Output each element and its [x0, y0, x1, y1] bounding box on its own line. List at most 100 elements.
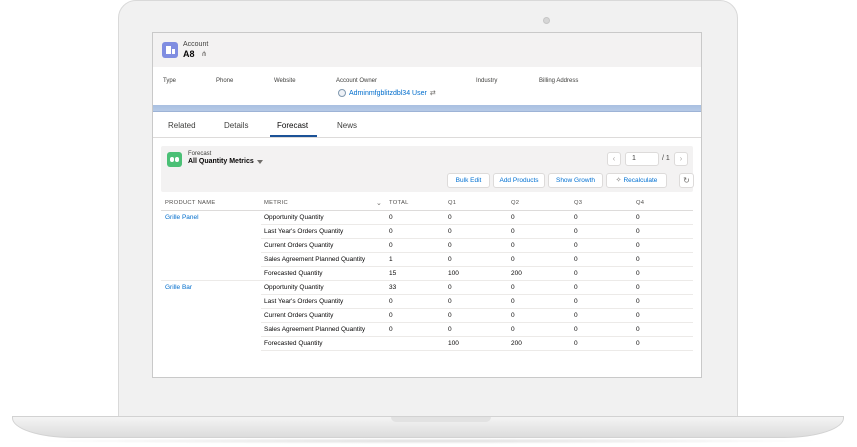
cell-q4: 0: [636, 298, 640, 305]
bulk-edit-button[interactable]: Bulk Edit: [447, 173, 490, 188]
cell-q2: 0: [511, 326, 515, 333]
cell-total: 0: [389, 326, 393, 333]
cell-q2: 0: [511, 312, 515, 319]
cell-total: 0: [389, 214, 393, 221]
forecast-card-header: Forecast All Quantity Metrics ‹ 1 / 1 › …: [161, 146, 694, 192]
cell-metric: Last Year's Orders Quantity: [264, 298, 344, 305]
change-owner-icon[interactable]: ⇄: [430, 89, 436, 97]
chevron-down-icon: [256, 159, 263, 164]
account-name: A8: [183, 49, 195, 59]
cell-q4: 0: [636, 284, 640, 291]
col-q1[interactable]: Q1: [448, 200, 456, 206]
field-industry-label: Industry: [476, 78, 498, 84]
field-phone-label: Phone: [216, 78, 234, 84]
chevron-down-icon[interactable]: ⌄: [376, 199, 382, 207]
recalculate-label: Recalculate: [623, 177, 658, 184]
tab-details[interactable]: Details: [224, 120, 248, 138]
cell-q4: 0: [636, 214, 640, 221]
cell-q3: 0: [574, 270, 578, 277]
cell-metric: Opportunity Quantity: [264, 284, 324, 291]
recalculate-button[interactable]: ✧ Recalculate: [606, 173, 667, 188]
cell-q2: 0: [511, 256, 515, 263]
page-number-input[interactable]: 1: [625, 152, 659, 166]
table-row: Current Orders Quantity 0 0 0 0 0: [161, 309, 693, 323]
cell-q2: 0: [511, 228, 515, 235]
tab-news[interactable]: News: [337, 120, 357, 138]
cell-q2: 200: [511, 340, 522, 347]
col-product-name[interactable]: PRODUCT NAME: [165, 200, 216, 206]
cell-q1: 100: [448, 270, 459, 277]
laptop-shadow: [30, 438, 826, 444]
col-metric[interactable]: METRIC: [264, 200, 288, 206]
account-icon: [162, 42, 178, 58]
add-products-button[interactable]: Add Products: [493, 173, 545, 188]
forecast-label: Forecast: [188, 151, 212, 157]
cell-metric: Forecasted Quantity: [264, 270, 323, 277]
cell-metric: Current Orders Quantity: [264, 312, 334, 319]
forecast-table: PRODUCT NAME METRIC ⌄ TOTAL Q1 Q2 Q3 Q4 …: [161, 196, 693, 351]
cell-total: 0: [389, 312, 393, 319]
user-avatar-icon: [338, 89, 346, 97]
account-header: Account A8 ⋔ Type Phone Website Account …: [153, 33, 701, 105]
screen: Account A8 ⋔ Type Phone Website Account …: [152, 32, 702, 378]
table-row: Current Orders Quantity 0 0 0 0 0: [161, 239, 693, 253]
magic-wand-icon: ✧: [615, 177, 622, 184]
account-owner-link[interactable]: Adminmfgblitzdbl34 User ⇄: [338, 89, 436, 97]
table-row: Grille Panel Opportunity Quantity 0 0 0 0 0: [161, 211, 693, 225]
camera-dot: [543, 17, 550, 24]
col-q2[interactable]: Q2: [511, 200, 519, 206]
list-view-selector[interactable]: All Quantity Metrics: [188, 158, 263, 165]
cell-q1: 0: [448, 242, 452, 249]
product-link[interactable]: Grille Panel: [165, 214, 199, 221]
row-divider-gap: [161, 350, 261, 351]
account-owner-name: Adminmfgblitzdbl34 User: [349, 89, 427, 97]
cell-q3: 0: [574, 242, 578, 249]
binoculars-icon: [167, 152, 182, 167]
cell-q3: 0: [574, 214, 578, 221]
highlights-panel: Type Phone Website Account Owner Industr…: [153, 67, 701, 105]
table-row: Last Year's Orders Quantity 0 0 0 0 0: [161, 225, 693, 239]
field-website-label: Website: [274, 78, 296, 84]
table-header: PRODUCT NAME METRIC ⌄ TOTAL Q1 Q2 Q3 Q4: [161, 196, 693, 211]
col-q3[interactable]: Q3: [574, 200, 582, 206]
laptop-notch: [391, 417, 491, 422]
next-page-button[interactable]: ›: [674, 152, 688, 166]
cell-total: 0: [389, 242, 393, 249]
refresh-icon[interactable]: ↻: [679, 173, 694, 188]
list-view-name: All Quantity Metrics: [188, 158, 254, 165]
cell-q2: 0: [511, 284, 515, 291]
cell-total: 33: [389, 284, 397, 291]
table-row: Forecasted Quantity 100 200 0 0: [161, 337, 693, 351]
cell-q3: 0: [574, 284, 578, 291]
cell-q1: 0: [448, 256, 452, 263]
field-billing-address-label: Billing Address: [539, 78, 579, 84]
cell-metric: Last Year's Orders Quantity: [264, 228, 344, 235]
tab-related[interactable]: Related: [168, 120, 196, 138]
header-band: [153, 105, 701, 112]
show-growth-button[interactable]: Show Growth: [548, 173, 603, 188]
table-row: Last Year's Orders Quantity 0 0 0 0 0: [161, 295, 693, 309]
cell-q2: 0: [511, 298, 515, 305]
cell-q3: 0: [574, 340, 578, 347]
table-row: Sales Agreement Planned Quantity 0 0 0 0 0: [161, 323, 693, 337]
cell-metric: Forecasted Quantity: [264, 340, 323, 347]
col-total[interactable]: TOTAL: [389, 200, 409, 206]
table-body: Grille Panel Opportunity Quantity 0 0 0 0 0 Las…: [161, 211, 693, 351]
cell-total: 0: [389, 228, 393, 235]
product-link[interactable]: Grille Bar: [165, 284, 192, 291]
record-type-label: Account: [183, 41, 209, 48]
cell-q1: 0: [448, 298, 452, 305]
table-row: Forecasted Quantity 15 100 200 0 0: [161, 267, 693, 281]
cell-q1: 100: [448, 340, 459, 347]
cell-total: 1: [389, 256, 393, 263]
hierarchy-icon[interactable]: ⋔: [201, 50, 207, 58]
cell-q4: 0: [636, 256, 640, 263]
cell-q3: 0: [574, 298, 578, 305]
cell-q3: 0: [574, 256, 578, 263]
cell-metric: Opportunity Quantity: [264, 214, 324, 221]
prev-page-button[interactable]: ‹: [607, 152, 621, 166]
cell-metric: Current Orders Quantity: [264, 242, 334, 249]
field-owner-label: Account Owner: [336, 78, 378, 84]
cell-q2: 0: [511, 214, 515, 221]
col-q4[interactable]: Q4: [636, 200, 644, 206]
